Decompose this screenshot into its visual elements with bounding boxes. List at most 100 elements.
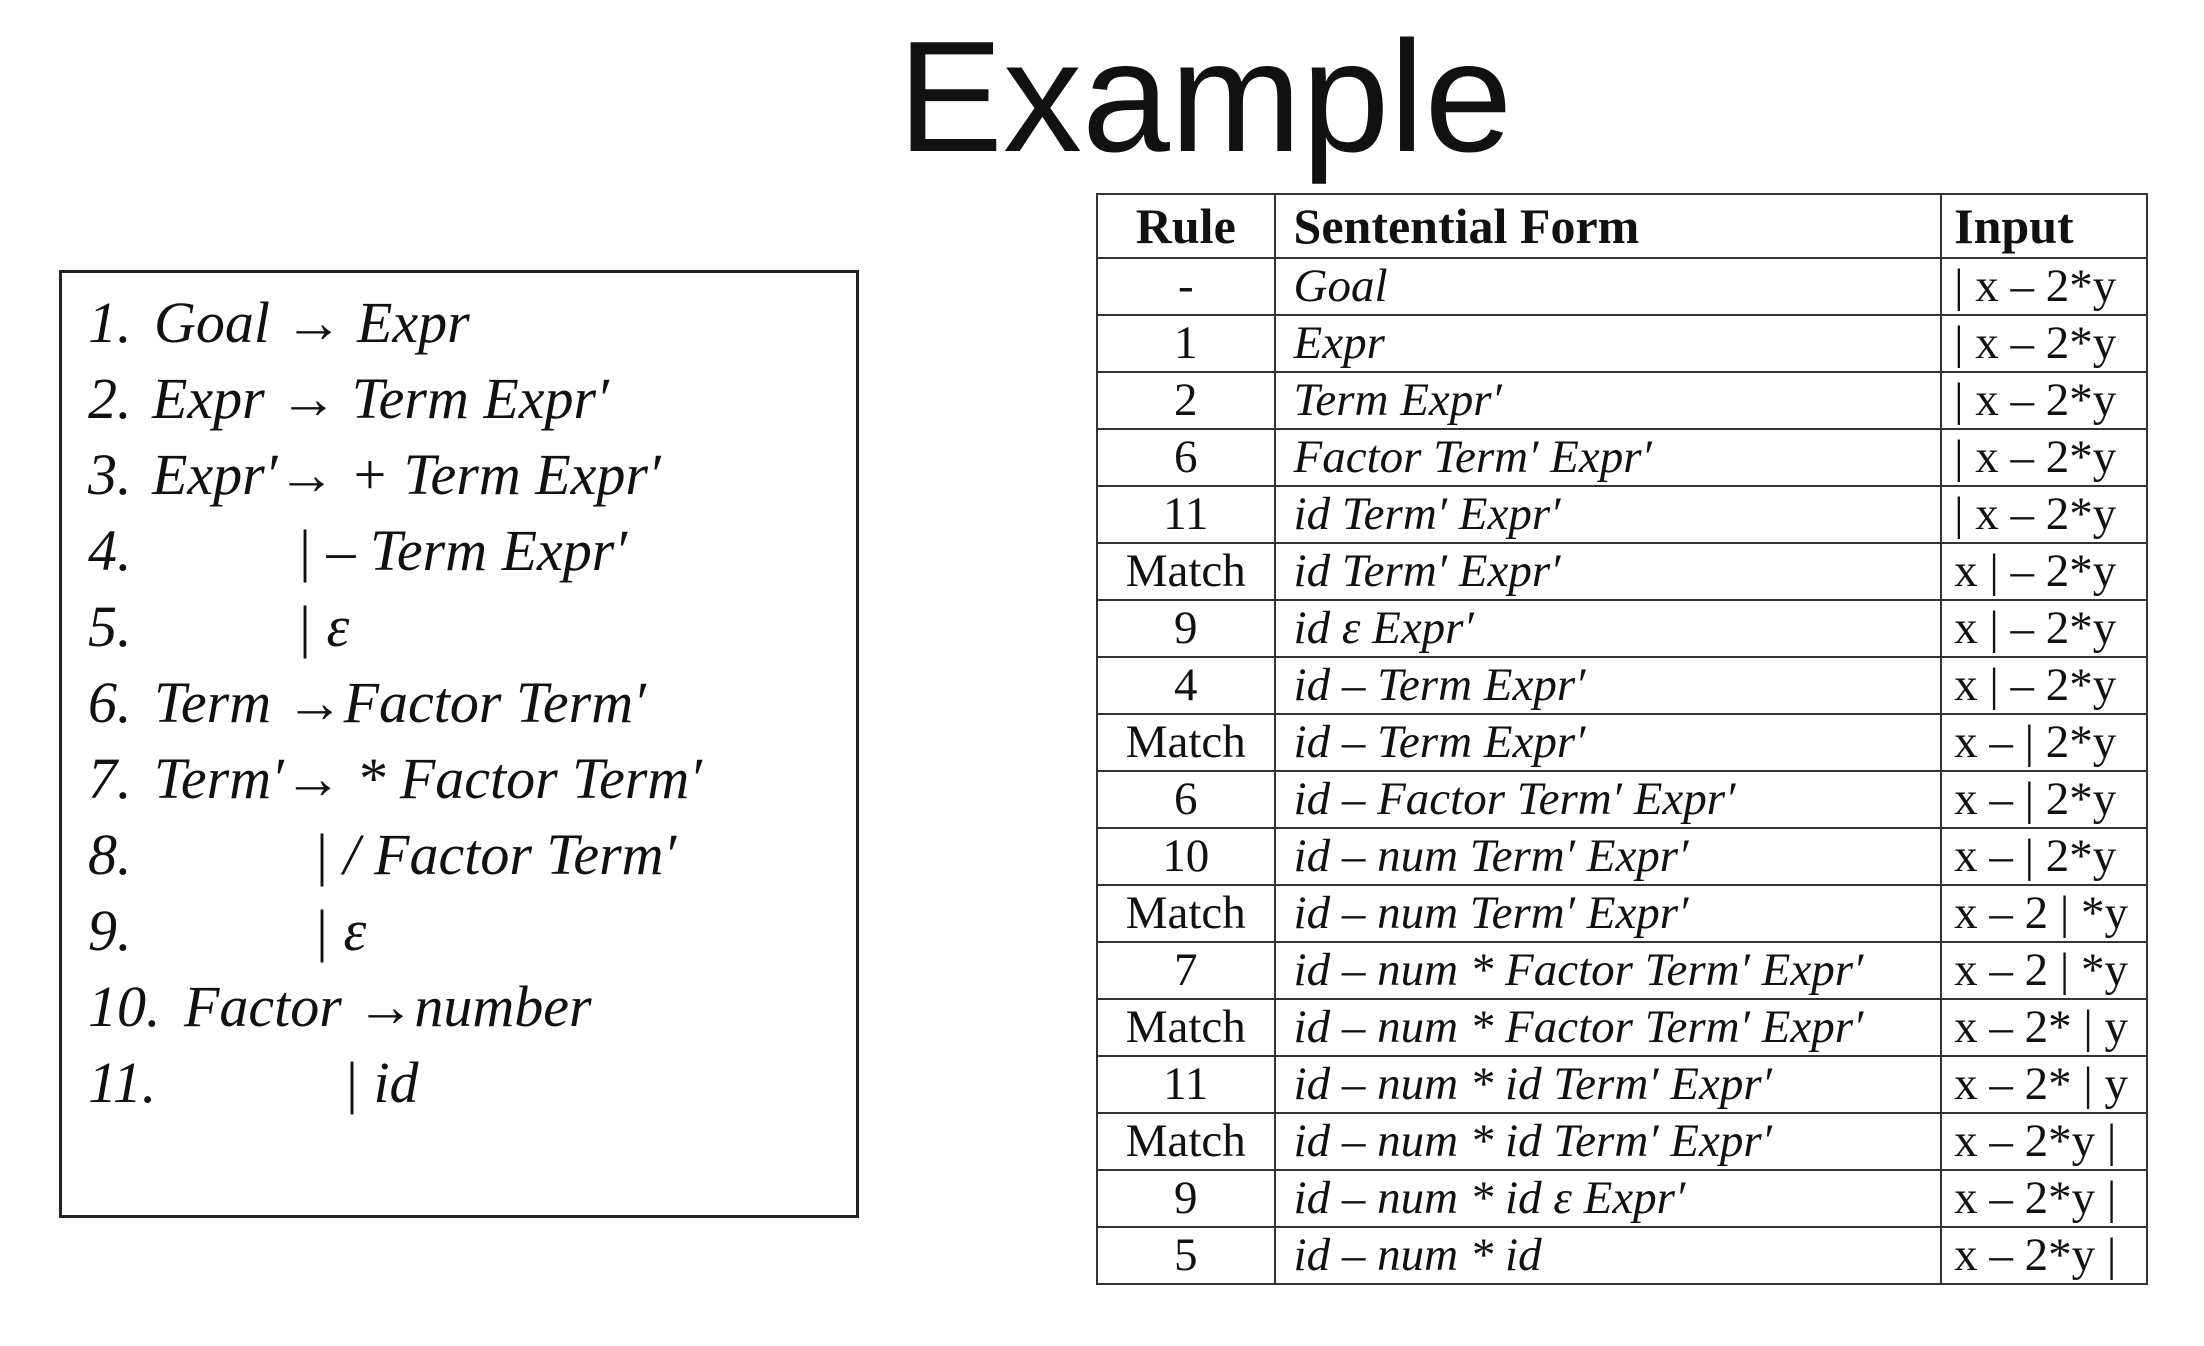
grammar-rule: 8. | / Factor Term′ (88, 817, 676, 893)
rule-production: Factor →number (184, 974, 592, 1039)
cell-sentential-form: id – num * id (1273, 1226, 1943, 1285)
cell-sentential-form: Goal (1273, 257, 1943, 316)
table-row: 10 id – num Term′ Expr′ x – | 2*y (1096, 827, 2148, 886)
cell-sentential-form: id – num Term′ Expr′ (1273, 827, 1943, 886)
cell-sentential-form: id – Term Expr′ (1273, 713, 1943, 772)
table-row: 4 id – Term Expr′ x | – 2*y (1096, 656, 2148, 715)
grammar-rule: 5. | ε (88, 589, 349, 665)
rule-number: 5. (88, 594, 132, 659)
header-input: Input (1940, 193, 2148, 259)
cell-sentential-form: Term Expr′ (1273, 371, 1943, 430)
cell-sentential-form: id – num Term′ Expr′ (1273, 884, 1943, 943)
table-row: 9 id ε Expr′ x | – 2*y (1096, 599, 2148, 658)
rule-production: Expr′→ + Term Expr′ (152, 442, 661, 507)
rule-production: Expr → Term Expr′ (152, 366, 609, 431)
cell-input: x – 2*y | (1940, 1112, 2148, 1171)
cell-rule: 6 (1096, 428, 1276, 487)
cell-input: x | – 2*y (1940, 599, 2148, 658)
grammar-rule: 6. Term →Factor Term′ (88, 665, 646, 741)
cell-sentential-form: id – num * Factor Term′ Expr′ (1273, 941, 1943, 1000)
cell-sentential-form: id Term′ Expr′ (1273, 542, 1943, 601)
table-row: 6 Factor Term′ Expr′ | x – 2*y (1096, 428, 2148, 487)
cell-rule: 11 (1096, 1055, 1276, 1114)
rule-number: 1. (88, 290, 132, 355)
cell-rule: 5 (1096, 1226, 1276, 1285)
grammar-rule: 11. | id (88, 1045, 419, 1121)
grammar-rule: 10. Factor →number (88, 969, 592, 1045)
cell-input: | x – 2*y (1940, 371, 2148, 430)
cell-rule: 1 (1096, 314, 1276, 373)
cell-input: | x – 2*y (1940, 314, 2148, 373)
cell-input: x | – 2*y (1940, 542, 2148, 601)
table-row: Match id – num Term′ Expr′ x – 2 | *y (1096, 884, 2148, 943)
cell-sentential-form: id – num * id Term′ Expr′ (1273, 1112, 1943, 1171)
cell-rule: 9 (1096, 1169, 1276, 1228)
cell-rule: Match (1096, 1112, 1276, 1171)
cell-input: x – 2* | y (1940, 998, 2148, 1057)
table-row: 6 id – Factor Term′ Expr′ x – | 2*y (1096, 770, 2148, 829)
rule-number: 6. (88, 670, 132, 735)
rule-number: 8. (88, 822, 132, 887)
cell-input: x – 2 | *y (1940, 884, 2148, 943)
cell-input: x – 2*y | (1940, 1169, 2148, 1228)
cell-rule: 9 (1096, 599, 1276, 658)
cell-input: x – | 2*y (1940, 713, 2148, 772)
grammar-rule: 1. Goal → Expr (88, 285, 470, 361)
cell-rule: 4 (1096, 656, 1276, 715)
cell-input: x – | 2*y (1940, 827, 2148, 886)
table-row: Match id – num * Factor Term′ Expr′ x – 2*… (1096, 998, 2148, 1057)
cell-sentential-form: id – Term Expr′ (1273, 656, 1943, 715)
table-row: 11 id Term′ Expr′ | x – 2*y (1096, 485, 2148, 544)
table-row: Match id – num * id Term′ Expr′ x – 2*y | (1096, 1112, 2148, 1171)
table-row: 9 id – num * id ε Expr′ x – 2*y | (1096, 1169, 2148, 1228)
cell-rule: 10 (1096, 827, 1276, 886)
grammar-rule: 2. Expr → Term Expr′ (88, 361, 609, 437)
cell-rule: 11 (1096, 485, 1276, 544)
table-row: 2 Term Expr′ | x – 2*y (1096, 371, 2148, 430)
cell-input: | x – 2*y (1940, 257, 2148, 316)
cell-rule: 6 (1096, 770, 1276, 829)
cell-rule: Match (1096, 542, 1276, 601)
grammar-rule: 7. Term′→ * Factor Term′ (88, 741, 702, 817)
cell-sentential-form: Expr (1273, 314, 1943, 373)
grammar-box: 1. Goal → Expr 2. Expr → Term Expr′ 3. Expr… (59, 270, 859, 1218)
rule-number: 9. (88, 898, 132, 963)
cell-input: x – 2* | y (1940, 1055, 2148, 1114)
table-row: Match id – Term Expr′ x – | 2*y (1096, 713, 2148, 772)
table-row: 1 Expr | x – 2*y (1096, 314, 2148, 373)
rule-number: 11. (88, 1050, 157, 1115)
cell-sentential-form: id Term′ Expr′ (1273, 485, 1943, 544)
cell-rule: Match (1096, 998, 1276, 1057)
cell-rule: Match (1096, 884, 1276, 943)
rule-number: 7. (88, 746, 132, 811)
rule-production: | – Term Expr′ (296, 518, 628, 583)
cell-input: x | – 2*y (1940, 656, 2148, 715)
derivation-table: Rule Sentential Form Input - Goal | x – 2*… (1096, 193, 2148, 1285)
table-row: 7 id – num * Factor Term′ Expr′ x – 2 | *y (1096, 941, 2148, 1000)
rule-number: 10. (88, 974, 161, 1039)
grammar-rule: 9. | ε (88, 893, 366, 969)
cell-input: x – | 2*y (1940, 770, 2148, 829)
header-sentential-form: Sentential Form (1273, 193, 1943, 259)
cell-sentential-form: id – num * Factor Term′ Expr′ (1273, 998, 1943, 1057)
table-row: 11 id – num * id Term′ Expr′ x – 2* | y (1096, 1055, 2148, 1114)
rule-production: | ε (296, 594, 350, 659)
rule-number: 2. (88, 366, 132, 431)
header-rule: Rule (1096, 193, 1276, 259)
cell-input: x – 2 | *y (1940, 941, 2148, 1000)
table-row: 5 id – num * id x – 2*y | (1096, 1226, 2148, 1285)
table-header-row: Rule Sentential Form Input (1096, 193, 2148, 259)
table-row: - Goal | x – 2*y (1096, 257, 2148, 316)
cell-sentential-form: id ε Expr′ (1273, 599, 1943, 658)
cell-input: x – 2*y | (1940, 1226, 2148, 1285)
slide-title: Example (897, 9, 1513, 185)
rule-production: Term′→ * Factor Term′ (154, 746, 702, 811)
cell-rule: - (1096, 257, 1276, 316)
rule-production: | ε (313, 898, 367, 963)
cell-sentential-form: Factor Term′ Expr′ (1273, 428, 1943, 487)
cell-input: | x – 2*y (1940, 485, 2148, 544)
rule-number: 3. (88, 442, 132, 507)
cell-input: | x – 2*y (1940, 428, 2148, 487)
cell-sentential-form: id – Factor Term′ Expr′ (1273, 770, 1943, 829)
cell-sentential-form: id – num * id Term′ Expr′ (1273, 1055, 1943, 1114)
